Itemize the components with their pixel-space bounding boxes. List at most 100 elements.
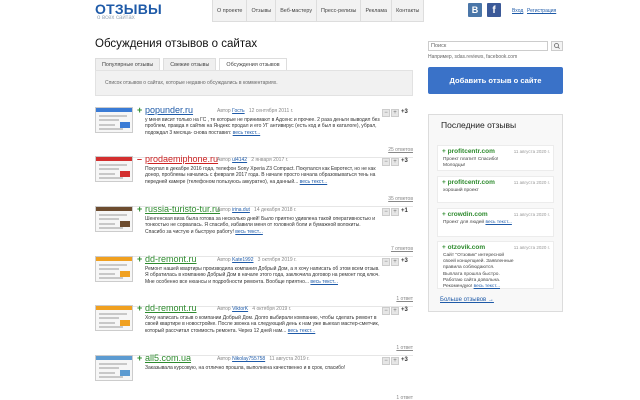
vote-widget: − + +1 (382, 208, 413, 217)
nav-contacts[interactable]: Контакты (392, 0, 425, 22)
facebook-icon[interactable]: f (487, 3, 501, 17)
review-meta: Автор Nikolay755758 11 августа 2019 г. (217, 356, 310, 362)
thumbnail-bar (96, 306, 132, 310)
latest-review-domain[interactable]: + otzovik.com (442, 244, 485, 251)
thumb-down-icon[interactable]: − (382, 307, 390, 315)
author-label: Автор (217, 257, 231, 263)
review-text-body: Покупал в декабре 2016 года, телефон Son… (145, 166, 376, 185)
answers-link[interactable]: 25 ответов (388, 147, 413, 153)
review-more-link[interactable]: весь текст... (288, 328, 316, 334)
author-link[interactable]: Гость (232, 108, 245, 114)
tab-fresh[interactable]: Свежие отзывы (163, 58, 217, 70)
add-review-button[interactable]: Добавить отзыв о сайте (428, 67, 563, 94)
latest-review-text: Проект для людей весь текст... (443, 220, 515, 226)
tab-popular[interactable]: Популярные отзывы (95, 58, 161, 70)
latest-review-domain[interactable]: + profitcentr.com (442, 179, 495, 186)
review-more-link[interactable]: весь текст... (233, 130, 261, 136)
thumb-down-icon[interactable]: − (382, 258, 390, 266)
author-link[interactable]: ul4142 (232, 157, 247, 163)
nav-reviews[interactable]: Отзывы (247, 0, 277, 22)
thumbnail-line (99, 214, 127, 216)
author-link[interactable]: ViktorK (232, 306, 248, 312)
latest-reviews-title: Последние отзывы (441, 120, 517, 130)
latest-review-text-body: Проект для людей (443, 220, 485, 225)
nav-about[interactable]: О проекте (213, 0, 248, 22)
thumbnail-line (99, 277, 123, 279)
answers-link[interactable]: 1 ответ (396, 395, 413, 400)
review-tabs: Популярные отзывы Свежие отзывы Обсужден… (95, 58, 290, 70)
tab-discussions[interactable]: Обсуждения отзывов (219, 58, 287, 70)
review-date: 2 января 2017 г. (251, 157, 289, 163)
author-link[interactable]: Kate1992 (232, 257, 253, 263)
register-link[interactable]: Регистрация (527, 8, 556, 14)
review-domain-link[interactable]: dd-remont.ru (145, 254, 197, 264)
more-reviews-link[interactable]: Больше отзывов → (440, 297, 494, 303)
login-link[interactable]: Вход (512, 8, 523, 14)
nav-webmaster[interactable]: Веб-мастеру (276, 0, 318, 22)
review-score: +3 (401, 357, 408, 363)
site-thumbnail[interactable] (95, 305, 133, 331)
latest-review-domain[interactable]: + profitcentr.com (442, 148, 495, 155)
review-text: у меня висит только на ГС , те которые н… (145, 117, 381, 136)
author-link[interactable]: Nikolay755758 (232, 356, 265, 362)
thumb-up-icon[interactable]: + (391, 158, 399, 166)
review-sign: + (137, 254, 143, 264)
latest-review-text: Проект платит! Спасибо! Молодцы! (443, 157, 499, 169)
logo-subtitle: о всех сайтах (97, 15, 135, 21)
thumb-down-icon[interactable]: − (382, 109, 390, 117)
thumb-down-icon[interactable]: − (382, 158, 390, 166)
review-score: +3 (401, 258, 408, 264)
review-domain-link[interactable]: all5.com.ua (145, 353, 191, 363)
latest-review-date: 11 августа 2020 г. (513, 245, 550, 250)
thumbnail-line (99, 168, 119, 170)
site-thumbnail[interactable] (95, 355, 133, 381)
review-sign: + (137, 204, 143, 214)
review-domain-link[interactable]: russia-turisto-tur.ru (145, 204, 220, 214)
site-thumbnail[interactable] (95, 156, 133, 182)
author-label: Автор (217, 356, 231, 362)
thumbnail-line (99, 363, 127, 365)
site-thumbnail[interactable] (95, 107, 133, 133)
search-button[interactable] (551, 41, 563, 51)
author-link[interactable]: irina.dut (232, 207, 250, 213)
search-input[interactable]: Поиск (428, 41, 548, 51)
answers-link[interactable]: 35 ответов (388, 196, 413, 202)
answers-link[interactable]: 1 ответ (396, 296, 413, 302)
latest-review-more-link[interactable]: весь текст... (474, 284, 500, 289)
vote-widget: − + +3 (382, 357, 413, 366)
main-nav: О проекте Отзывы Веб-мастеру Пресс-релиз… (212, 0, 425, 22)
tab-description: Список отзывов о сайтах, которые недавно… (105, 80, 278, 86)
nav-press[interactable]: Пресс-релизы (317, 0, 362, 22)
thumb-down-icon[interactable]: − (382, 357, 390, 365)
review-domain-link[interactable]: dd-remont.ru (145, 303, 197, 313)
thumbnail-line (99, 264, 127, 266)
thumb-up-icon[interactable]: + (391, 109, 399, 117)
site-thumbnail[interactable] (95, 206, 133, 232)
thumb-up-icon[interactable]: + (391, 357, 399, 365)
thumb-up-icon[interactable]: + (391, 208, 399, 216)
nav-ads[interactable]: Реклама (361, 0, 393, 22)
answers-link[interactable]: 1 ответ (396, 345, 413, 351)
review-more-link[interactable]: весь текст... (310, 279, 338, 285)
review-more-link[interactable]: весь текст... (300, 179, 328, 185)
latest-review-date: 11 августа 2020 г. (513, 180, 550, 185)
review-meta: Автор Kate1992 3 октября 2019 г. (217, 257, 297, 263)
review-domain-link[interactable]: popunder.ru (145, 105, 193, 115)
vk-icon[interactable]: В (468, 3, 482, 17)
thumb-down-icon[interactable]: − (382, 208, 390, 216)
review-domain-link[interactable]: prodaemiphone.ru (145, 154, 218, 164)
latest-review-more-link[interactable]: весь текст... (485, 220, 511, 225)
latest-review-domain[interactable]: + crowdin.com (442, 211, 488, 218)
thumbnail-line (99, 227, 123, 229)
answers-link[interactable]: 7 ответов (391, 246, 413, 252)
review-sign: – (137, 154, 143, 164)
review-more-link[interactable]: весь текст... (235, 229, 263, 235)
thumb-up-icon[interactable]: + (391, 258, 399, 266)
site-thumbnail[interactable] (95, 256, 133, 282)
review-item: + all5.com.ua Автор Nikolay755758 11 авгус… (95, 353, 413, 400)
thumb-up-icon[interactable]: + (391, 307, 399, 315)
thumbnail-line (99, 164, 127, 166)
vote-widget: − + +3 (382, 307, 413, 316)
review-item: + popunder.ru Автор Гость 12 сентября 2011… (95, 105, 413, 161)
review-meta: Автор irina.dut 14 декабря 2018 г. (217, 207, 297, 213)
